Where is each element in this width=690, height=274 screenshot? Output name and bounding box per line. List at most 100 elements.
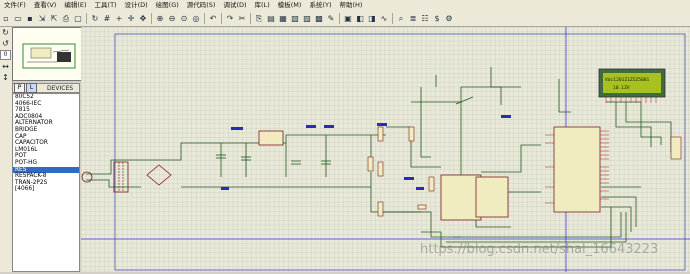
make-device-icon[interactable]: ▣	[343, 14, 353, 24]
ares-icon[interactable]: ⚙	[444, 14, 454, 24]
block-delete-icon[interactable]: ▩	[314, 14, 324, 24]
menu-item-0[interactable]: 文件(F)	[0, 0, 30, 11]
menu-item-6[interactable]: 源代码(S)	[183, 0, 220, 11]
decompose-icon[interactable]: ◨	[367, 14, 377, 24]
refresh-icon[interactable]: ↻	[90, 14, 100, 24]
resistor-r5[interactable]	[417, 204, 427, 210]
zoom-area-icon[interactable]: ◎	[191, 14, 201, 24]
bom-icon[interactable]: $	[432, 14, 442, 24]
menu-item-4[interactable]: 设计(D)	[121, 0, 152, 11]
origin-icon[interactable]: +	[114, 14, 124, 24]
wire-autoroute-icon[interactable]: ∿	[379, 14, 389, 24]
pot-rv2[interactable]	[428, 176, 435, 192]
mcu-80c52[interactable]	[553, 126, 601, 213]
toolbar-separator	[250, 13, 251, 24]
menu-item-11[interactable]: 帮助(H)	[335, 0, 366, 11]
device-item[interactable]: 80C52	[13, 94, 79, 101]
device-item[interactable]: RESPACK-8	[13, 173, 79, 180]
device-item[interactable]: POT	[13, 153, 79, 160]
toolbar-separator	[151, 13, 152, 24]
property-icon[interactable]: ≣	[408, 14, 418, 24]
device-item[interactable]: 4066-IEC	[13, 101, 79, 108]
toolbar-separator	[204, 13, 205, 24]
lcd-line1: Vdc1201Z1Z5Z5001	[605, 77, 649, 83]
watermark: https://blog.csdn.net/shal_16643223	[420, 242, 659, 257]
toolbar-separator	[221, 13, 222, 24]
paste-icon[interactable]: ▤	[266, 14, 276, 24]
export-icon[interactable]: ⇱	[49, 14, 59, 24]
rotation-angle-field[interactable]: 0	[0, 50, 11, 60]
chip-4066[interactable]	[475, 176, 509, 218]
undo-icon[interactable]: ↶	[208, 14, 218, 24]
device-item[interactable]: CAPACITOR	[13, 140, 79, 147]
resistor-r1[interactable]	[367, 156, 374, 172]
device-item[interactable]: RES	[13, 166, 79, 174]
device-item[interactable]: LM016L	[13, 147, 79, 154]
device-picker-bar: P L DEVICES	[12, 83, 80, 93]
toolbar-separator	[339, 13, 340, 24]
rotate-cw-icon[interactable]: ↻	[0, 27, 11, 38]
resistor-r2[interactable]	[377, 126, 384, 142]
rotate-ccw-icon[interactable]: ↺	[0, 38, 11, 49]
menu-item-9[interactable]: 模板(M)	[274, 0, 306, 11]
package-icon[interactable]: ◧	[355, 14, 365, 24]
library-manager-button[interactable]: L	[26, 83, 37, 93]
overview-thumbnail	[22, 43, 76, 69]
toolbar-separator	[86, 13, 87, 24]
menu-item-7[interactable]: 调试(D)	[219, 0, 250, 11]
block-copy-icon[interactable]: ▦	[278, 14, 288, 24]
device-item[interactable]: CAP	[13, 134, 79, 141]
schematic-svg: Vdc1201Z1Z5Z5001 10.1ZV	[81, 27, 690, 272]
menu-item-2[interactable]: 编辑(E)	[60, 0, 90, 11]
flip-v-icon[interactable]: ↕	[0, 72, 11, 83]
lcd-line2: 10.1ZV	[613, 85, 630, 91]
new-icon[interactable]: ▫	[1, 14, 11, 24]
devices-label: DEVICES	[47, 84, 74, 92]
redo-icon[interactable]: ↷	[225, 14, 235, 24]
toolbar-separator	[392, 13, 393, 24]
flip-h-icon[interactable]: ↔	[0, 61, 11, 72]
device-item[interactable]: TRAN-2P2S	[13, 180, 79, 187]
device-item[interactable]: POT-HG	[13, 160, 79, 167]
device-item[interactable]: BRIDGE	[13, 127, 79, 134]
regulator-7815[interactable]	[258, 130, 284, 146]
area-icon[interactable]: ▢	[73, 14, 83, 24]
menu-item-8[interactable]: 库(L)	[251, 0, 274, 11]
pick-device-icon[interactable]: ✎	[326, 14, 336, 24]
lcd-lm016l[interactable]: Vdc1201Z1Z5Z5001 10.1ZV	[598, 68, 666, 98]
device-item[interactable]: ALTERNATOR	[13, 120, 79, 127]
search-icon[interactable]: ⌕	[396, 14, 406, 24]
zoom-out-icon[interactable]: ⊖	[167, 14, 177, 24]
netlist-icon[interactable]: ☷	[420, 14, 430, 24]
cut-icon[interactable]: ✂	[237, 14, 247, 24]
menu-item-3[interactable]: 工具(T)	[91, 0, 121, 11]
pick-device-button[interactable]: P	[14, 83, 25, 93]
copy-icon[interactable]: ⎘	[254, 14, 264, 24]
device-item[interactable]: [4066]	[13, 186, 79, 193]
respack[interactable]	[670, 136, 682, 160]
block-move-icon[interactable]: ▧	[290, 14, 300, 24]
menu-item-1[interactable]: 查看(V)	[30, 0, 61, 11]
device-list[interactable]: 80C52 4066-IEC 7815 ADC0804 ALTERNATOR BRIDGE…	[12, 93, 80, 272]
schematic-canvas[interactable]: Vdc1201Z1Z5Z5001 10.1ZV	[81, 27, 690, 272]
zoom-all-icon[interactable]: ⊙	[179, 14, 189, 24]
crosshair-icon[interactable]: ✛	[126, 14, 136, 24]
adc0804-chip[interactable]	[440, 174, 482, 221]
pan-icon[interactable]: ✥	[138, 14, 148, 24]
block-rotate-icon[interactable]: ▨	[302, 14, 312, 24]
toolbar: ▫ ▭ ▪ ⇲ ⇱ ⎙ ▢ ↻ # + ✛ ✥ ⊕ ⊖ ⊙ ◎ ↶ ↷ ✂ ⎘ ▤ ▦ ▧ ▨ ▩ ✎ ▣ ◧ ◨ ∿ ⌕ ≣ ☷ $ ⚙	[0, 11, 690, 27]
device-item[interactable]: 7815	[13, 107, 79, 114]
resistor-rv1[interactable]	[408, 126, 415, 142]
save-icon[interactable]: ▪	[25, 14, 35, 24]
grid-icon[interactable]: #	[102, 14, 112, 24]
zoom-in-icon[interactable]: ⊕	[155, 14, 165, 24]
overview-window[interactable]	[12, 27, 82, 81]
device-item[interactable]: ADC0804	[13, 114, 79, 121]
open-icon[interactable]: ▭	[13, 14, 23, 24]
menu-item-5[interactable]: 绘图(G)	[152, 0, 183, 11]
print-icon[interactable]: ⎙	[61, 14, 71, 24]
import-icon[interactable]: ⇲	[37, 14, 47, 24]
menu-item-10[interactable]: 系统(Y)	[305, 0, 335, 11]
resistor-r4[interactable]	[377, 201, 384, 217]
resistor-r3[interactable]	[377, 161, 384, 177]
